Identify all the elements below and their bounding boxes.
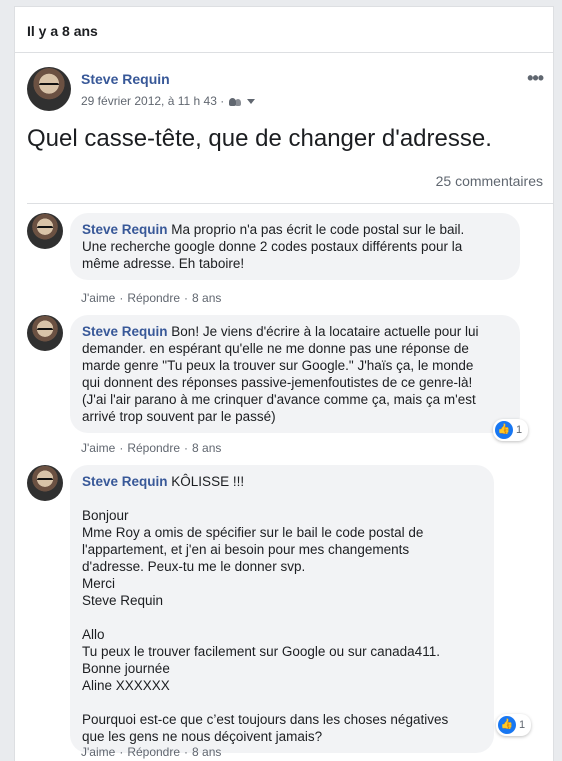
comment-author-link[interactable]: Steve Requin bbox=[82, 222, 168, 237]
comment-text-line: d'adresse. Peux-tu me le donner svp. bbox=[82, 559, 306, 574]
comment-avatar[interactable] bbox=[27, 213, 63, 249]
reply-link[interactable]: Répondre bbox=[127, 745, 180, 759]
memory-card: Il y a 8 ans Steve Requin 29 février 201… bbox=[14, 6, 554, 761]
chevron-down-icon[interactable] bbox=[247, 99, 256, 104]
comment-text-line: l'appartement, et j'en ai besoin pour me… bbox=[82, 542, 410, 557]
avatar[interactable] bbox=[27, 67, 71, 111]
comment-text-line: marde genre "Tu peux la trouver sur Goog… bbox=[82, 358, 474, 373]
comment-actions: J'aime · Répondre · 8 ans bbox=[81, 745, 222, 759]
reaction-count[interactable]: 👍 1 bbox=[496, 714, 532, 736]
divider bbox=[27, 203, 553, 204]
comment-text-line: Aline XXXXXX bbox=[82, 678, 170, 693]
comment-bubble: Steve Requin KÔLISSE !!! Bonjour Mme Roy… bbox=[70, 465, 494, 753]
comment-text-line: (J'ai l'air parano à me crinquer d'avanc… bbox=[82, 392, 476, 407]
comment-text-line: Bonjour bbox=[82, 508, 129, 523]
comment-text-line: Steve Requin bbox=[82, 593, 164, 608]
friends-audience-icon[interactable] bbox=[228, 96, 244, 106]
comment-text-line: Merci bbox=[82, 576, 115, 591]
comment-text-line: qui donnent des réponses passive-jemenfo… bbox=[82, 375, 473, 390]
post-text: Quel casse-tête, que de changer d'adress… bbox=[27, 125, 492, 152]
like-link[interactable]: J'aime bbox=[81, 745, 115, 759]
comment-bubble: Steve Requin Bon! Je viens d'écrire à la… bbox=[70, 315, 520, 433]
comment-age-link[interactable]: 8 ans bbox=[192, 441, 221, 455]
comment-count-link[interactable]: 25 commentaires bbox=[436, 173, 543, 189]
comment-text-line: KÔLISSE !!! bbox=[171, 474, 245, 489]
comment-author-link[interactable]: Steve Requin bbox=[82, 324, 168, 339]
comment-actions: J'aime · Répondre · 8 ans bbox=[81, 291, 222, 305]
comment-text-line: Allo bbox=[82, 627, 105, 642]
post-timestamp-link[interactable]: 29 février 2012, à 11 h 43 · bbox=[81, 94, 224, 108]
comment-avatar[interactable] bbox=[27, 465, 63, 501]
more-options-icon[interactable]: ••• bbox=[527, 69, 544, 87]
comment-text-line: Pourquoi est-ce que c’est toujours dans … bbox=[82, 712, 449, 727]
comment-text-line: arrivé trop souvent par le passé) bbox=[82, 409, 276, 424]
like-link[interactable]: J'aime bbox=[81, 441, 115, 455]
comment-text-line: Une recherche google donne 2 codes posta… bbox=[82, 239, 463, 254]
comment-actions: J'aime · Répondre · 8 ans bbox=[81, 441, 222, 455]
reaction-count[interactable]: 👍 1 bbox=[493, 419, 529, 441]
comment-text-line: Ma proprio n'a pas écrit le code postal … bbox=[171, 222, 465, 237]
post-meta: 29 février 2012, à 11 h 43 · bbox=[81, 94, 256, 108]
comment-text-line: Bon! Je viens d'écrire à la locataire ac… bbox=[171, 324, 479, 339]
comment-text-line: même adresse. Eh taboire! bbox=[82, 256, 245, 271]
comment-avatar[interactable] bbox=[27, 315, 63, 351]
reply-link[interactable]: Répondre bbox=[127, 441, 180, 455]
comment-age-link[interactable]: 8 ans bbox=[192, 745, 221, 759]
like-reaction-icon: 👍 bbox=[495, 421, 513, 439]
comment-text-line: Bonne journée bbox=[82, 661, 170, 676]
memory-header: Il y a 8 ans bbox=[15, 7, 553, 53]
comment-text-line: demander. en espérant qu'elle ne me donn… bbox=[82, 341, 469, 356]
like-reaction-icon: 👍 bbox=[498, 716, 516, 734]
comment-age-link[interactable]: 8 ans bbox=[192, 291, 221, 305]
comment-text-line: que les gens ne nous déçoivent jamais? bbox=[82, 729, 323, 744]
like-link[interactable]: J'aime bbox=[81, 291, 115, 305]
post-header: Steve Requin 29 février 2012, à 11 h 43 … bbox=[27, 67, 547, 117]
comment-text-line: Tu peux le trouver facilement sur Google… bbox=[82, 644, 440, 659]
reply-link[interactable]: Répondre bbox=[127, 291, 180, 305]
post-author-link[interactable]: Steve Requin bbox=[81, 71, 170, 87]
comment-text-line: Mme Roy a omis de spécifier sur le bail … bbox=[82, 525, 424, 540]
comment-bubble: Steve Requin Ma proprio n'a pas écrit le… bbox=[70, 213, 520, 280]
comment-author-link[interactable]: Steve Requin bbox=[82, 474, 168, 489]
